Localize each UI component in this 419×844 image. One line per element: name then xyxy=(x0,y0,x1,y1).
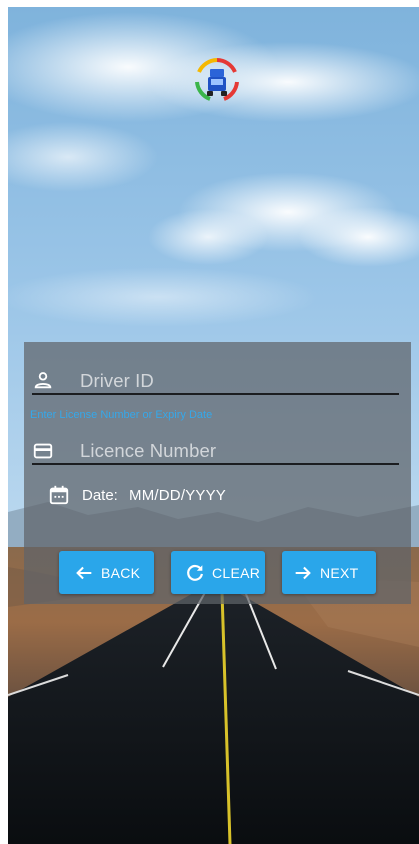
back-button[interactable]: BACK xyxy=(59,551,154,594)
card-icon xyxy=(33,443,53,459)
driver-id-field[interactable]: Driver ID xyxy=(32,367,399,395)
arrow-left-icon xyxy=(76,566,92,579)
licence-number-field[interactable]: Licence Number xyxy=(32,437,399,465)
driver-id-placeholder: Driver ID xyxy=(80,370,154,391)
driver-id-underline xyxy=(32,393,399,395)
licence-number-underline xyxy=(32,463,399,465)
clear-button-label: CLEAR xyxy=(212,564,261,581)
licence-number-placeholder: Licence Number xyxy=(80,440,217,461)
date-label: Date: xyxy=(82,487,118,504)
truck-logo-icon xyxy=(195,58,239,101)
person-icon xyxy=(34,372,52,389)
date-value: MM/DD/YYYY xyxy=(129,487,227,504)
app-screen: Driver ID Enter License Number or Expiry… xyxy=(8,7,419,844)
back-button-label: BACK xyxy=(101,564,141,581)
helper-text: Enter License Number or Expiry Date xyxy=(30,409,213,421)
calendar-icon xyxy=(49,485,69,505)
refresh-icon xyxy=(187,564,203,581)
next-button-label: NEXT xyxy=(320,564,359,581)
next-button[interactable]: NEXT xyxy=(282,551,376,594)
arrow-right-icon xyxy=(295,566,311,579)
clear-button[interactable]: CLEAR xyxy=(171,551,265,594)
